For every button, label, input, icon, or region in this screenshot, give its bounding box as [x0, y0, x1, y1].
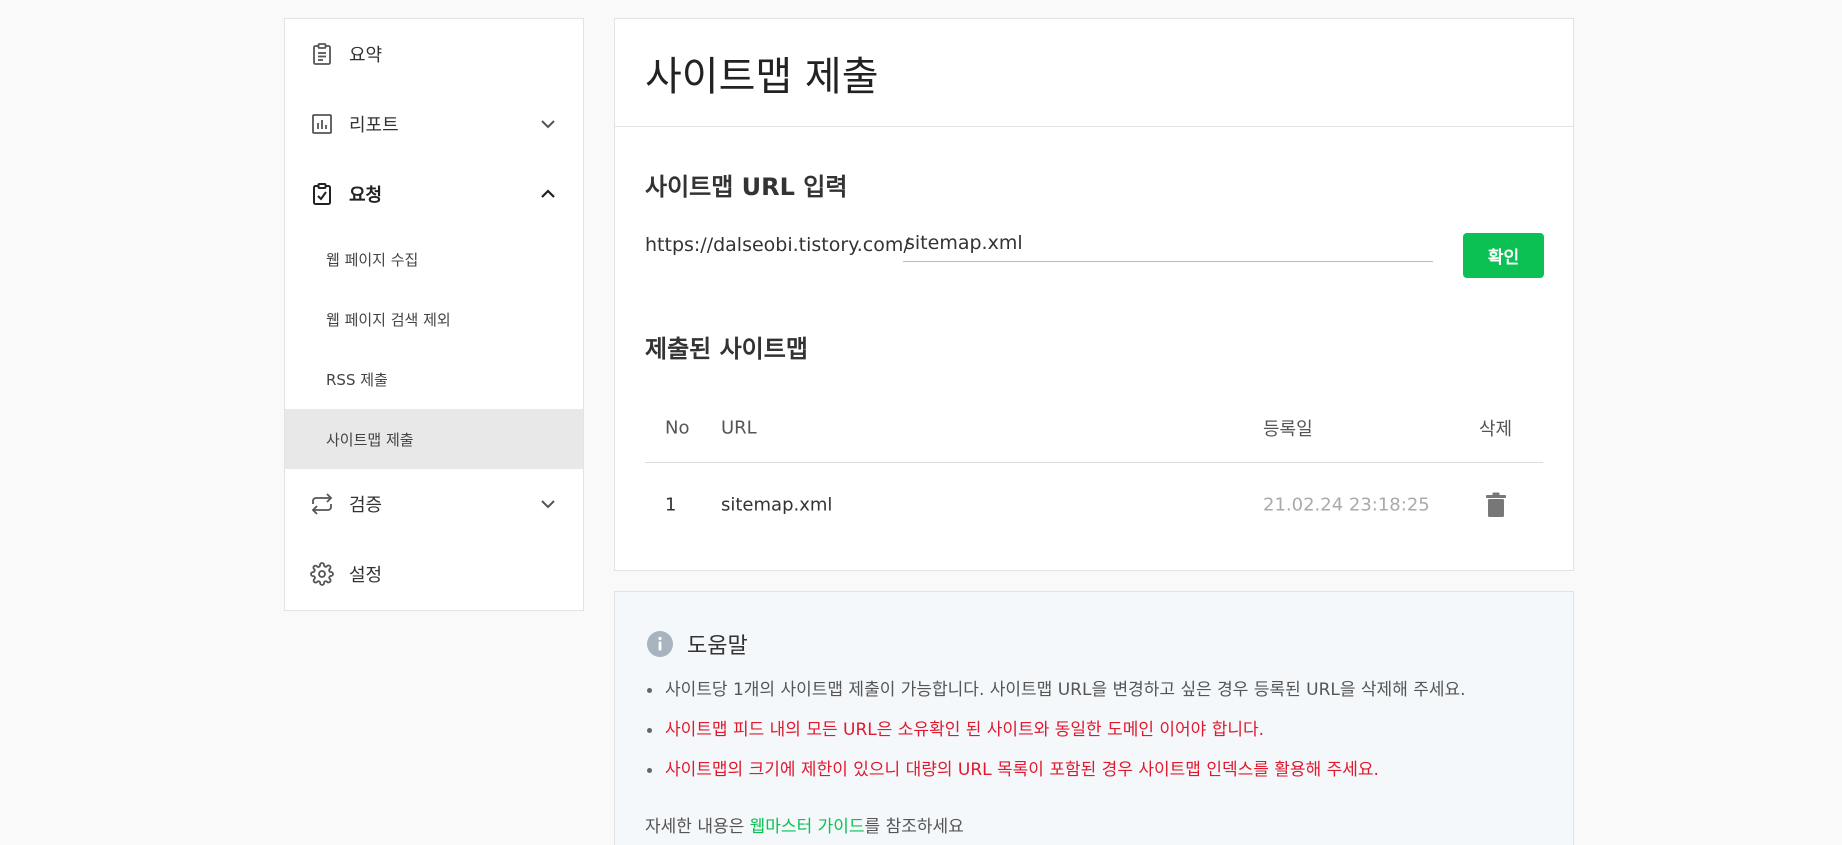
row-no: 1	[665, 494, 677, 516]
sidebar-item-verify[interactable]: 검증	[285, 469, 583, 539]
submitted-section-title: 제출된 사이트맵	[645, 335, 808, 363]
help-list: 사이트당 1개의 사이트맵 제출이 가능합니다. 사이트맵 URL을 변경하고 …	[645, 680, 1466, 800]
table-row: 1 sitemap.xml 21.02.24 23:18:25	[645, 463, 1543, 547]
clipboard-check-icon	[309, 181, 335, 207]
help-panel: 도움말 사이트당 1개의 사이트맵 제출이 가능합니다. 사이트맵 URL을 변…	[614, 591, 1574, 845]
sidebar-item-label: 요청	[349, 185, 383, 206]
help-header: 도움말	[647, 628, 748, 660]
sidebar-item-report[interactable]: 리포트	[285, 89, 583, 159]
sidebar-subitem-rss[interactable]: RSS 제출	[285, 349, 583, 409]
sidebar-subitem-web-exclude[interactable]: 웹 페이지 검색 제외	[285, 289, 583, 349]
sitemap-table: No URL 등록일 삭제 1 sitemap.xml 21.02.24 23:…	[645, 393, 1543, 547]
row-date: 21.02.24 23:18:25	[1263, 494, 1430, 516]
header-url: URL	[721, 417, 757, 438]
main-panel: 사이트맵 제출 사이트맵 URL 입력 https://dalseobi.tis…	[614, 18, 1574, 571]
help-item-warning: 사이트맵 피드 내의 모든 URL은 소유확인 된 사이트와 동일한 도메인 이…	[645, 720, 1466, 740]
sidebar-item-label: 요약	[349, 45, 383, 66]
sidebar-item-settings[interactable]: 설정	[285, 539, 583, 609]
sidebar-subitem-sitemap[interactable]: 사이트맵 제출	[285, 409, 583, 469]
help-item-warning: 사이트맵의 크기에 제한이 있으니 대량의 URL 목록이 포함된 경우 사이트…	[645, 760, 1466, 780]
help-footer-prefix: 자세한 내용은	[645, 817, 750, 837]
help-footer: 자세한 내용은 웹마스터 가이드를 참조하세요	[645, 812, 964, 837]
gear-icon	[309, 561, 335, 587]
main-header: 사이트맵 제출	[615, 19, 1573, 127]
url-input-row: https://dalseobi.tistory.com/ 확인	[645, 220, 1545, 280]
header-delete: 삭제	[1479, 418, 1513, 440]
chevron-down-icon	[541, 500, 555, 509]
sidebar-item-summary[interactable]: 요약	[285, 19, 583, 89]
url-prefix: https://dalseobi.tistory.com/	[645, 234, 910, 256]
clipboard-icon	[309, 41, 335, 67]
confirm-button[interactable]: 확인	[1463, 233, 1544, 278]
info-icon	[647, 631, 673, 657]
sidebar-item-label: 설정	[349, 565, 383, 586]
webmaster-guide-link[interactable]: 웹마스터 가이드	[750, 817, 865, 837]
chevron-down-icon	[541, 120, 555, 129]
help-title: 도움말	[687, 634, 748, 659]
help-footer-suffix: 를 참조하세요	[864, 817, 964, 837]
sidebar-item-label: 리포트	[349, 115, 399, 136]
chevron-up-icon	[541, 189, 555, 198]
table-header: No URL 등록일 삭제	[645, 393, 1543, 463]
page-title: 사이트맵 제출	[645, 53, 879, 100]
trash-icon[interactable]	[1485, 492, 1507, 518]
bar-chart-icon	[309, 111, 335, 137]
row-url: sitemap.xml	[721, 494, 833, 516]
sitemap-url-input[interactable]	[903, 224, 1433, 262]
sidebar-item-request[interactable]: 요청	[285, 159, 583, 229]
sidebar-item-label: 검증	[349, 495, 383, 516]
header-date: 등록일	[1263, 418, 1313, 440]
url-section-title: 사이트맵 URL 입력	[645, 173, 848, 201]
repeat-icon	[309, 491, 335, 517]
header-no: No	[665, 417, 690, 438]
sidebar-subitem-web-collect[interactable]: 웹 페이지 수집	[285, 229, 583, 289]
help-item: 사이트당 1개의 사이트맵 제출이 가능합니다. 사이트맵 URL을 변경하고 …	[645, 680, 1466, 700]
sidebar: 요약 리포트 요청 웹 페이지 수집 웹 페이지 검색 제외 RSS 제출 사이…	[284, 18, 584, 611]
